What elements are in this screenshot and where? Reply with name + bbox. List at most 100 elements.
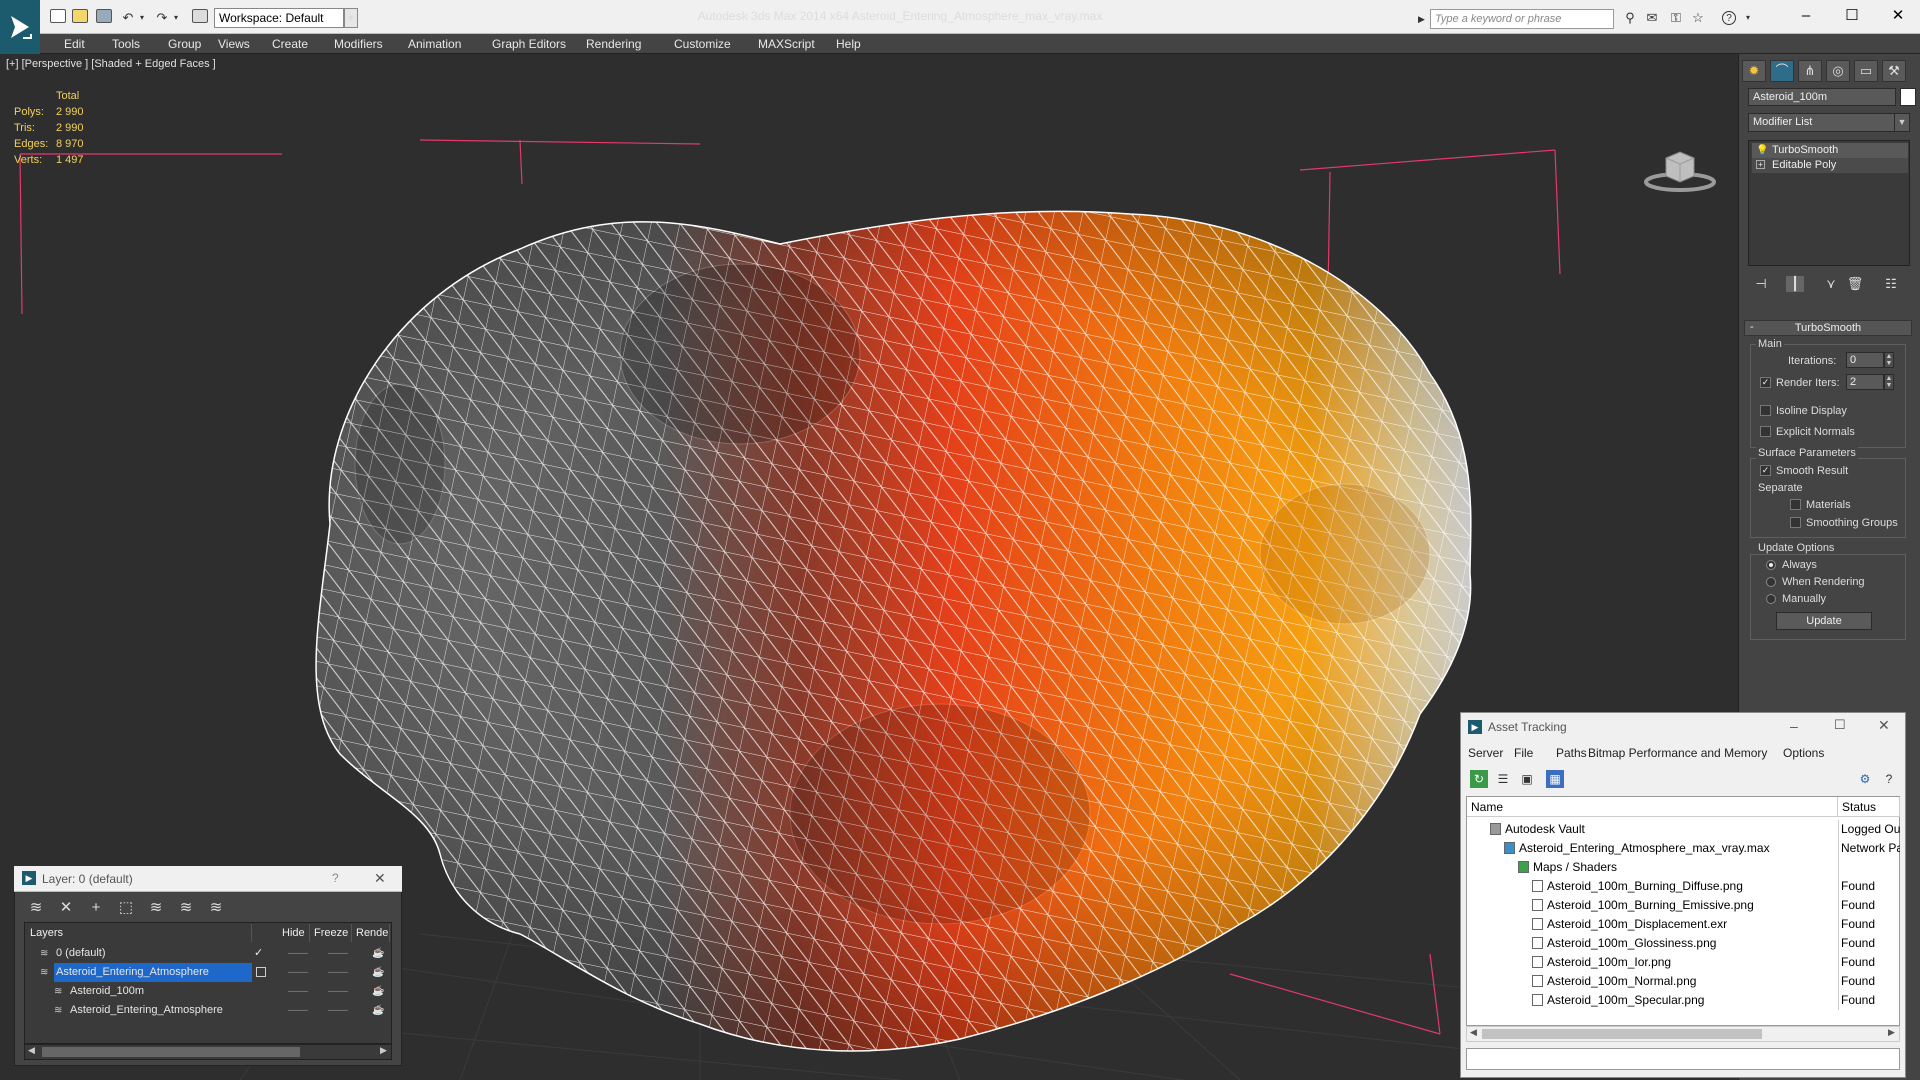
freeze-toggle[interactable]: —— — [328, 944, 348, 963]
layer-row[interactable]: ≋ Asteroid_Entering_Atmosphere —— —— ☕ — [26, 963, 390, 982]
spinner-arrows-icon[interactable]: ▲ ▼ — [1884, 374, 1894, 390]
search-input[interactable]: Type a keyword or phrase — [1430, 9, 1614, 29]
new-file-icon[interactable] — [50, 9, 66, 23]
asset-row[interactable]: Asteroid_100m_Displacement.exr — [1532, 915, 1836, 934]
always-radio[interactable] — [1766, 560, 1776, 570]
utilities-tab-icon[interactable]: ⚒ — [1882, 60, 1906, 82]
explicit-normals-checkbox[interactable] — [1760, 426, 1771, 437]
active-layer-check-icon[interactable]: ✓ — [254, 944, 263, 963]
motion-tab-icon[interactable]: ◎ — [1826, 60, 1850, 82]
create-tab-sun-icon[interactable]: ✹ — [1742, 60, 1766, 82]
undo-dropdown-icon[interactable]: ▾ — [134, 11, 150, 25]
make-unique-icon[interactable]: ⋎ — [1822, 276, 1840, 292]
table-view-icon[interactable]: ▦ — [1546, 770, 1564, 788]
render-iters-checkbox[interactable]: ✓ — [1760, 377, 1771, 388]
spinner-arrows-icon[interactable]: ▲ ▼ — [1884, 352, 1894, 368]
asset-row[interactable]: Asteroid_100m_Normal.png — [1532, 972, 1836, 991]
scrollbar-thumb[interactable] — [42, 1047, 300, 1057]
asset-row[interactable]: Asteroid_100m_Glossiness.png — [1532, 934, 1836, 953]
list-view-icon[interactable]: ☰ — [1494, 770, 1512, 788]
turbosmooth-rollout-header[interactable]: TurboSmooth — [1744, 320, 1912, 336]
vault-connect-icon[interactable]: ⚙ — [1856, 770, 1874, 788]
lightbulb-icon[interactable]: 💡 — [1756, 143, 1768, 158]
layer-row[interactable]: ≋ Asteroid_Entering_Atmosphere —— —— ☕ — [26, 1001, 390, 1020]
iterations-spinner[interactable]: 0 — [1846, 352, 1884, 368]
app-logo-button[interactable] — [0, 0, 40, 54]
isoline-display-checkbox[interactable] — [1760, 405, 1771, 416]
delete-layer-icon[interactable]: ✕ — [56, 898, 76, 918]
hide-layers-icon[interactable]: ≋ — [176, 898, 196, 918]
remove-modifier-icon[interactable]: 🗑 — [1846, 276, 1864, 292]
render-iters-spinner[interactable]: 2 — [1846, 374, 1884, 390]
layer-window-titlebar[interactable]: ▶ Layer: 0 (default) ? ✕ — [14, 866, 402, 892]
scroll-left-icon[interactable]: ◀ — [28, 1045, 35, 1056]
column-header-hide[interactable]: Hide — [278, 924, 310, 942]
asset-menu-bitmap-performance-and-memory[interactable]: Bitmap Performance and Memory — [1588, 746, 1767, 760]
render-teapot-icon[interactable]: ☕ — [372, 982, 384, 1001]
open-file-icon[interactable] — [72, 9, 88, 23]
asset-menu-paths[interactable]: Paths — [1556, 746, 1587, 760]
redo-dropdown-icon[interactable]: ▾ — [168, 11, 184, 25]
configure-modifier-sets-icon[interactable]: ☷ — [1882, 276, 1900, 292]
menu-tools[interactable]: Tools — [112, 34, 140, 54]
help-icon[interactable]: ? — [1880, 770, 1898, 788]
save-file-icon[interactable] — [96, 9, 112, 23]
menu-customize[interactable]: Customize — [674, 34, 731, 54]
column-header-render[interactable]: Rende — [352, 924, 390, 942]
modifier-list-dropdown[interactable]: Modifier List — [1748, 113, 1910, 132]
help-button[interactable]: ? — [332, 871, 339, 885]
asset-row[interactable]: Asteroid_100m_Burning_Emissive.png — [1532, 896, 1836, 915]
close-button[interactable]: ✕ — [1878, 5, 1918, 27]
menu-graph-editors[interactable]: Graph Editors — [492, 34, 566, 54]
binoculars-icon[interactable]: ⚲ — [1622, 11, 1638, 25]
refresh-icon[interactable]: ↻ — [1470, 770, 1488, 788]
maximize-button[interactable]: ☐ — [1832, 5, 1872, 27]
asset-row[interactable]: Asteroid_100m_Burning_Diffuse.png — [1532, 877, 1836, 896]
add-layer-icon[interactable]: + — [86, 898, 106, 918]
object-name-field[interactable]: Asteroid_100m — [1748, 88, 1896, 106]
smooth-result-checkbox[interactable]: ✓ — [1760, 465, 1771, 476]
viewport-label[interactable]: [+] [Perspective ] [Shaded + Edged Faces… — [6, 58, 216, 70]
column-header-name[interactable]: Name — [1467, 797, 1838, 817]
hide-toggle[interactable]: —— — [288, 1001, 308, 1020]
materials-checkbox[interactable] — [1790, 499, 1801, 510]
asset-row[interactable]: Asteroid_100m_Specular.png — [1532, 991, 1836, 1010]
when-rendering-radio[interactable] — [1766, 577, 1776, 587]
stack-item-turbosmooth[interactable]: 💡 TurboSmooth — [1752, 143, 1908, 158]
freeze-layers-icon[interactable]: ≋ — [206, 898, 226, 918]
render-teapot-icon[interactable]: ☕ — [372, 1001, 384, 1020]
asset-row[interactable]: Maps / Shaders — [1518, 858, 1836, 877]
scroll-right-icon[interactable]: ▶ — [380, 1045, 387, 1056]
scrollbar-thumb[interactable] — [1482, 1029, 1762, 1039]
column-header-freeze[interactable]: Freeze — [310, 924, 352, 942]
update-button[interactable]: Update — [1776, 612, 1872, 630]
asset-path-field[interactable] — [1466, 1048, 1900, 1070]
collapse-minus-icon[interactable]: - — [1750, 320, 1754, 334]
hide-toggle[interactable]: —— — [288, 944, 308, 963]
object-color-swatch[interactable] — [1900, 88, 1916, 106]
asset-row[interactable]: Asteroid_100m_Ior.png — [1532, 953, 1836, 972]
asset-row[interactable]: Autodesk Vault — [1490, 820, 1836, 839]
menu-create[interactable]: Create — [272, 34, 308, 54]
asset-menu-file[interactable]: File — [1514, 746, 1533, 760]
scroll-left-icon[interactable]: ◀ — [1470, 1027, 1477, 1038]
layer-row[interactable]: ≋ Asteroid_100m —— —— ☕ — [26, 982, 390, 1001]
column-header-layers[interactable]: Layers — [26, 924, 252, 942]
freeze-toggle[interactable]: —— — [328, 1001, 348, 1020]
smoothing-groups-checkbox[interactable] — [1790, 517, 1801, 528]
menu-help[interactable]: Help — [836, 34, 861, 54]
select-objects-icon[interactable]: ⬚ — [116, 898, 136, 918]
menu-modifiers[interactable]: Modifiers — [334, 34, 383, 54]
render-teapot-icon[interactable]: ☕ — [372, 944, 384, 963]
viewcube[interactable] — [1640, 144, 1720, 194]
favorites-star-icon[interactable]: ☆ — [1690, 11, 1706, 25]
asset-menu-options[interactable]: Options — [1783, 746, 1824, 760]
current-layer-box-icon[interactable] — [256, 967, 266, 977]
menu-animation[interactable]: Animation — [408, 34, 461, 54]
freeze-toggle[interactable]: —— — [328, 963, 348, 982]
minimize-button[interactable]: – — [1786, 5, 1826, 27]
column-header-status[interactable]: Status — [1838, 797, 1900, 817]
asset-menu-server[interactable]: Server — [1468, 746, 1503, 760]
layer-row[interactable]: ≋ 0 (default) ✓ —— —— ☕ — [26, 944, 390, 963]
highlight-layers-icon[interactable]: ≋ — [146, 898, 166, 918]
